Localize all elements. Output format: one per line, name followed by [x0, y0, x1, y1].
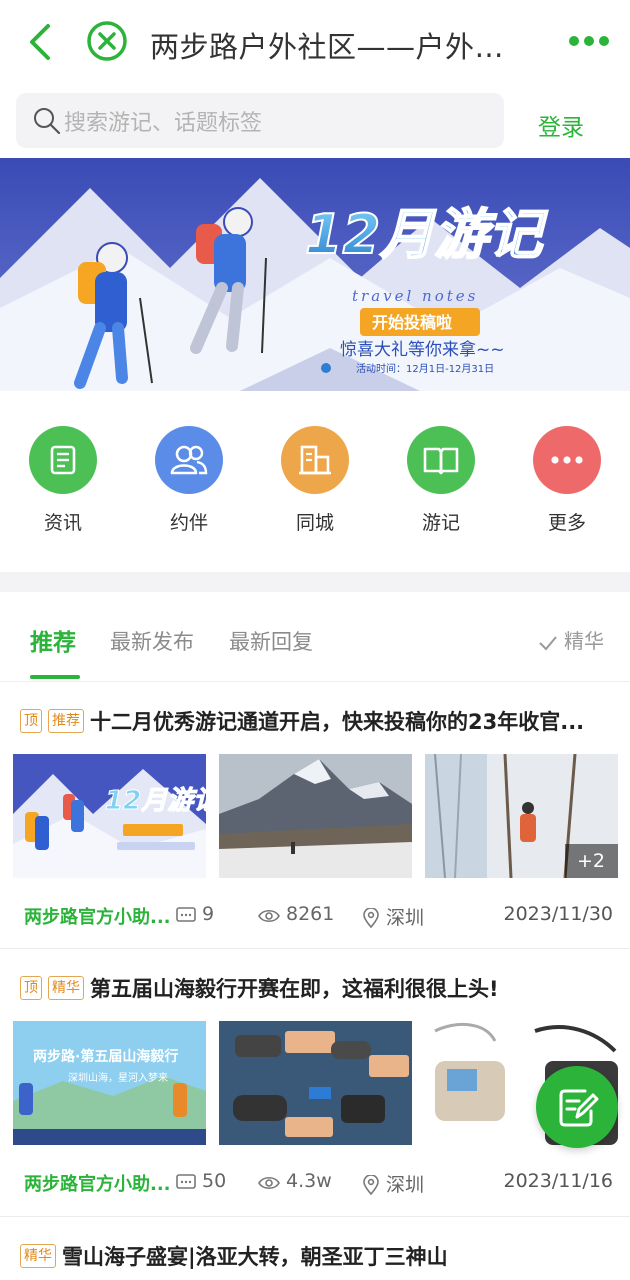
comment-count: 50 — [176, 1170, 226, 1192]
post-image[interactable] — [219, 754, 412, 878]
quick-nav-more[interactable]: 更多 — [517, 426, 617, 535]
post-title: 雪山海子盛宴|洛亚大转，朝圣亚丁三神山 — [62, 1245, 448, 1269]
banner-illustration: 12月游记 travel notes 开始投稿啦 惊喜大礼等你来拿~~ 活动时间… — [0, 158, 630, 391]
tag-recommended: 推荐 — [48, 709, 84, 733]
banner-subtitle: travel notes — [352, 287, 478, 305]
location-pin-icon — [363, 1174, 379, 1196]
tag-top: 顶 — [20, 709, 42, 733]
tag-top: 顶 — [20, 976, 42, 1000]
banner-period: 活动时间：12月1日-12月31日 — [356, 362, 494, 375]
view-count: 8261 — [258, 903, 334, 925]
post-separator — [0, 948, 630, 949]
comment-count-value: 9 — [202, 903, 215, 925]
tag-essence: 精华 — [20, 1244, 56, 1268]
post-image-subtext: 深圳山海，星河入梦来 — [68, 1071, 168, 1084]
post-author[interactable]: 两步路官方小助... — [24, 903, 171, 929]
post-images: 两步路·第五届山海毅行 深圳山海，星河入梦来 — [13, 1021, 618, 1145]
post-title: 十二月优秀游记通道开启，快来投稿你的23年收官... — [90, 710, 585, 734]
banner-title: 12月游记 — [305, 203, 548, 266]
tab-recommended[interactable]: 推荐 — [30, 623, 76, 657]
banner-tagline: 惊喜大礼等你来拿~~ — [340, 339, 505, 360]
edit-icon — [559, 1089, 599, 1127]
quick-nav-label: 同城 — [295, 512, 334, 534]
companions-icon — [170, 445, 208, 475]
essence-filter[interactable]: 精华 — [538, 625, 604, 654]
post-image[interactable] — [219, 1021, 412, 1145]
write-post-button[interactable] — [536, 1066, 618, 1148]
check-icon — [539, 635, 557, 650]
view-count: 4.3w — [258, 1170, 332, 1192]
post-image[interactable]: 12月游记 — [13, 754, 206, 878]
essence-filter-label: 精华 — [564, 629, 604, 653]
back-arrow-icon[interactable] — [22, 20, 62, 64]
city-icon — [299, 445, 331, 475]
search-input[interactable]: 搜索游记、话题标签 — [16, 93, 504, 148]
page-title: 两步路户外社区——户外助... — [150, 30, 530, 64]
post-title-row: 顶精华 第五届山海毅行开赛在即，这福利很很上头! — [20, 973, 620, 1003]
post-meta: 两步路官方小助... 50 4.3w 深圳 2023/11/16 — [0, 1170, 630, 1200]
post-image[interactable]: +2 — [425, 754, 618, 878]
search-placeholder: 搜索游记、话题标签 — [64, 111, 263, 136]
more-dots-icon[interactable] — [568, 33, 610, 49]
top-bar: 两步路户外社区——户外助... — [0, 0, 630, 86]
eye-icon — [258, 909, 280, 923]
post-image-text: 两步路·第五届山海毅行 — [33, 1048, 178, 1065]
post-meta: 两步路官方小助... 9 8261 深圳 2023/11/30 — [0, 903, 630, 933]
post-title-row: 精华 雪山海子盛宴|洛亚大转，朝圣亚丁三神山 — [20, 1241, 620, 1271]
quick-nav-label: 更多 — [547, 512, 586, 534]
search-icon — [34, 108, 61, 135]
feed-tabs: 推荐 最新发布 最新回复 精华 — [0, 592, 630, 682]
quick-nav-label: 游记 — [421, 512, 460, 534]
post-image[interactable]: 两步路·第五届山海毅行 深圳山海，星河入梦来 — [13, 1021, 206, 1145]
view-count-value: 4.3w — [286, 1170, 332, 1192]
active-tab-indicator — [30, 675, 80, 679]
eye-icon — [258, 1176, 280, 1190]
post-date: 2023/11/16 — [503, 1170, 613, 1192]
tag-essence: 精华 — [48, 976, 84, 1000]
post-images: 12月游记 — [13, 754, 618, 878]
svg-text:12月游记: 12月游记 — [105, 786, 206, 816]
quick-nav-news[interactable]: 资讯 — [13, 426, 113, 535]
banner-cta: 开始投稿啦 — [372, 313, 452, 332]
post-date: 2023/11/30 — [503, 903, 613, 925]
quick-nav-label: 资讯 — [43, 512, 82, 534]
quick-nav-city[interactable]: 同城 — [265, 426, 365, 535]
section-divider — [0, 572, 630, 592]
promo-banner[interactable]: 12月游记 travel notes 开始投稿啦 惊喜大礼等你来拿~~ 活动时间… — [0, 158, 630, 391]
quick-nav: 资讯 约伴 同城 游记 更多 — [0, 426, 630, 536]
post-location: 深圳 — [362, 1170, 424, 1197]
location-value: 深圳 — [386, 907, 425, 929]
location-pin-icon — [363, 907, 379, 929]
comment-icon — [176, 1174, 196, 1189]
post-title: 第五届山海毅行开赛在即，这福利很很上头! — [90, 977, 499, 1001]
post-title-row: 顶推荐 十二月优秀游记通道开启，快来投稿你的23年收官... — [20, 706, 620, 736]
comment-icon — [176, 907, 196, 922]
quick-nav-travel-notes[interactable]: 游记 — [391, 426, 491, 535]
post-location: 深圳 — [362, 903, 424, 930]
book-icon — [423, 447, 459, 475]
login-button[interactable]: 登录 — [538, 108, 584, 142]
quick-nav-companions[interactable]: 约伴 — [139, 426, 239, 535]
quick-nav-label: 约伴 — [169, 512, 208, 534]
location-value: 深圳 — [386, 1174, 425, 1196]
post-author[interactable]: 两步路官方小助... — [24, 1170, 171, 1196]
more-images-count: +2 — [577, 850, 605, 872]
news-icon — [50, 445, 76, 475]
view-count-value: 8261 — [286, 903, 335, 925]
comment-count: 9 — [176, 903, 214, 925]
post-separator — [0, 1216, 630, 1217]
close-icon[interactable] — [86, 20, 128, 62]
tab-latest-posts[interactable]: 最新发布 — [110, 626, 194, 656]
tab-latest-replies[interactable]: 最新回复 — [229, 626, 313, 656]
more-icon — [551, 456, 583, 464]
comment-count-value: 50 — [202, 1170, 227, 1192]
